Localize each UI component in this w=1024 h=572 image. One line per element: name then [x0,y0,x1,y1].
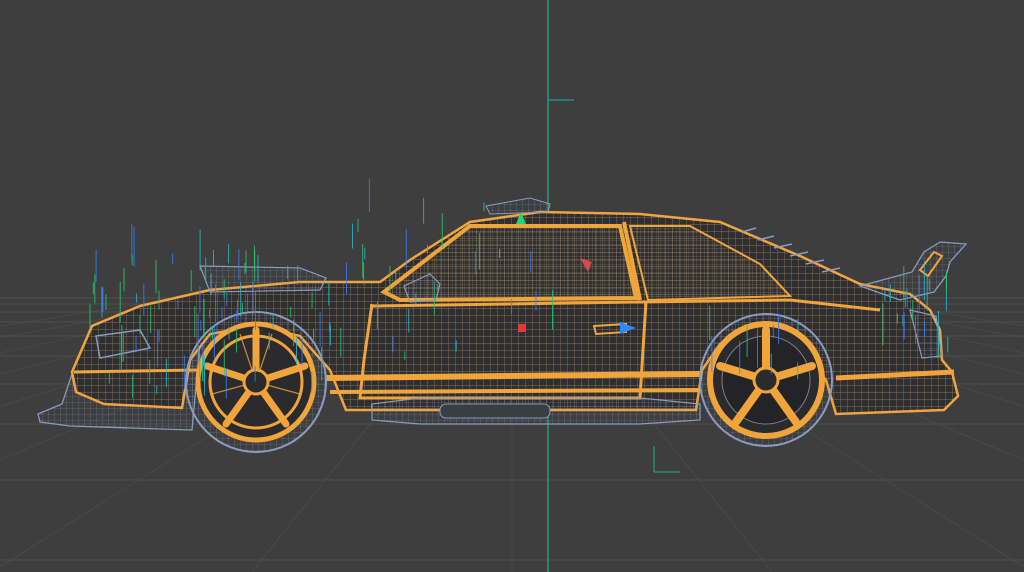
front-wheel-hub [242,368,270,396]
rocker-stripe-upper [325,371,701,381]
muffler[interactable] [439,403,551,419]
gizmo-handle-red[interactable] [518,324,526,332]
rocker-stripe-lower [329,388,701,394]
rear-wheel-hub [752,366,780,394]
viewport-scene[interactable] [0,0,1024,572]
3d-viewport[interactable] [0,0,1024,572]
hood-scoop[interactable] [199,265,327,293]
roof-vent[interactable] [485,197,551,215]
rear-wing[interactable] [857,241,968,301]
rear-wheel[interactable] [699,313,833,447]
front-wheel[interactable] [185,311,327,453]
front-bumper-stripe [73,368,201,374]
